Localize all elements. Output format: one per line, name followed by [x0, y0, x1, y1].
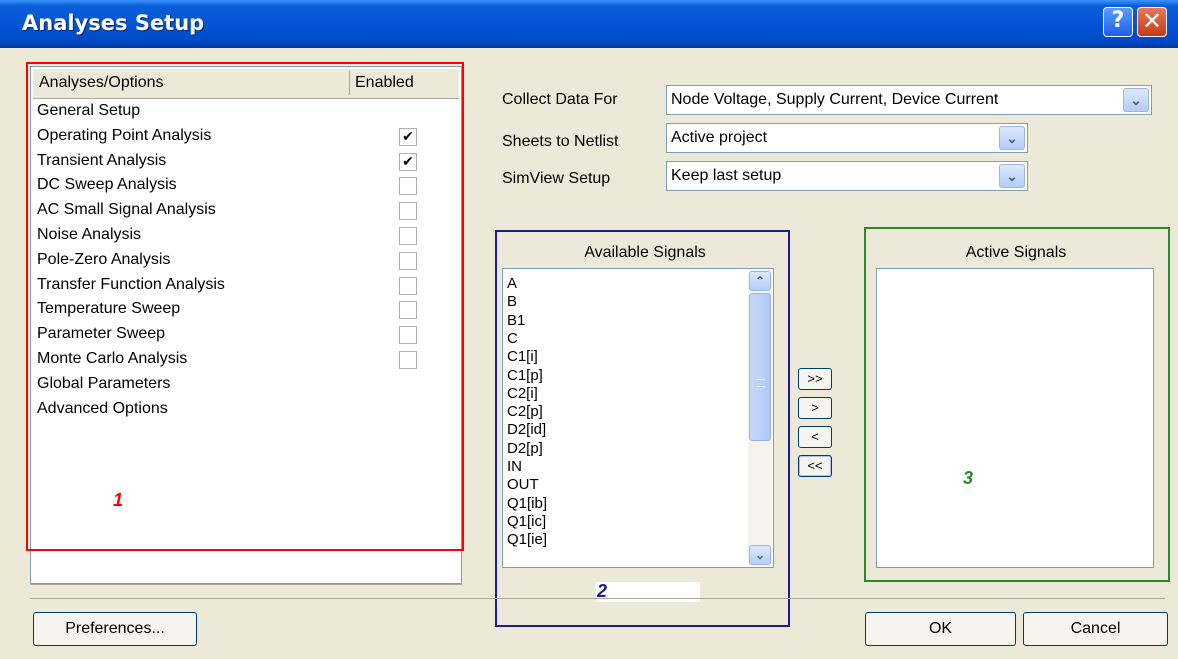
- chevron-down-icon[interactable]: ⌄: [999, 126, 1025, 150]
- help-button[interactable]: ?: [1103, 7, 1133, 37]
- annotation-label-bg: [596, 582, 700, 602]
- collect-data-for-select[interactable]: Node Voltage, Supply Current, Device Cur…: [666, 85, 1152, 115]
- annotation-label-3: 3: [963, 468, 974, 488]
- add-all-signals-button[interactable]: >>: [798, 368, 832, 390]
- annotation-box-2: [495, 230, 790, 627]
- annotation-box-3: [864, 227, 1170, 582]
- annotation-box-1: [26, 62, 464, 551]
- window-title: Analyses Setup: [22, 11, 205, 35]
- simview-setup-select[interactable]: Keep last setup ⌄: [666, 161, 1028, 191]
- add-signal-button[interactable]: >: [798, 397, 832, 419]
- analyses-setup-dialog: Analyses Setup ? ✕ Analyses/Options Enab…: [0, 0, 1178, 659]
- simview-setup-value: Keep last setup: [671, 167, 782, 184]
- close-button[interactable]: ✕: [1137, 7, 1167, 37]
- collect-data-for-label: Collect Data For: [502, 91, 618, 108]
- title-bar[interactable]: Analyses Setup ? ✕: [0, 0, 1178, 48]
- collect-data-for-value: Node Voltage, Supply Current, Device Cur…: [671, 91, 999, 108]
- annotation-label-1: 1: [113, 490, 124, 510]
- divider: [30, 584, 462, 585]
- chevron-down-icon[interactable]: ⌄: [999, 164, 1025, 188]
- chevron-down-icon[interactable]: ⌄: [1123, 88, 1149, 112]
- cancel-button[interactable]: Cancel: [1023, 612, 1168, 646]
- simview-setup-label: SimView Setup: [502, 170, 611, 187]
- sheets-to-netlist-value: Active project: [671, 129, 768, 146]
- remove-signal-button[interactable]: <: [798, 426, 832, 448]
- preferences-button[interactable]: Preferences...: [33, 612, 197, 646]
- divider: [30, 598, 1165, 599]
- sheets-to-netlist-label: Sheets to Netlist: [502, 133, 619, 150]
- ok-button[interactable]: OK: [865, 612, 1016, 646]
- remove-all-signals-button[interactable]: <<: [798, 455, 832, 477]
- sheets-to-netlist-select[interactable]: Active project ⌄: [666, 123, 1028, 153]
